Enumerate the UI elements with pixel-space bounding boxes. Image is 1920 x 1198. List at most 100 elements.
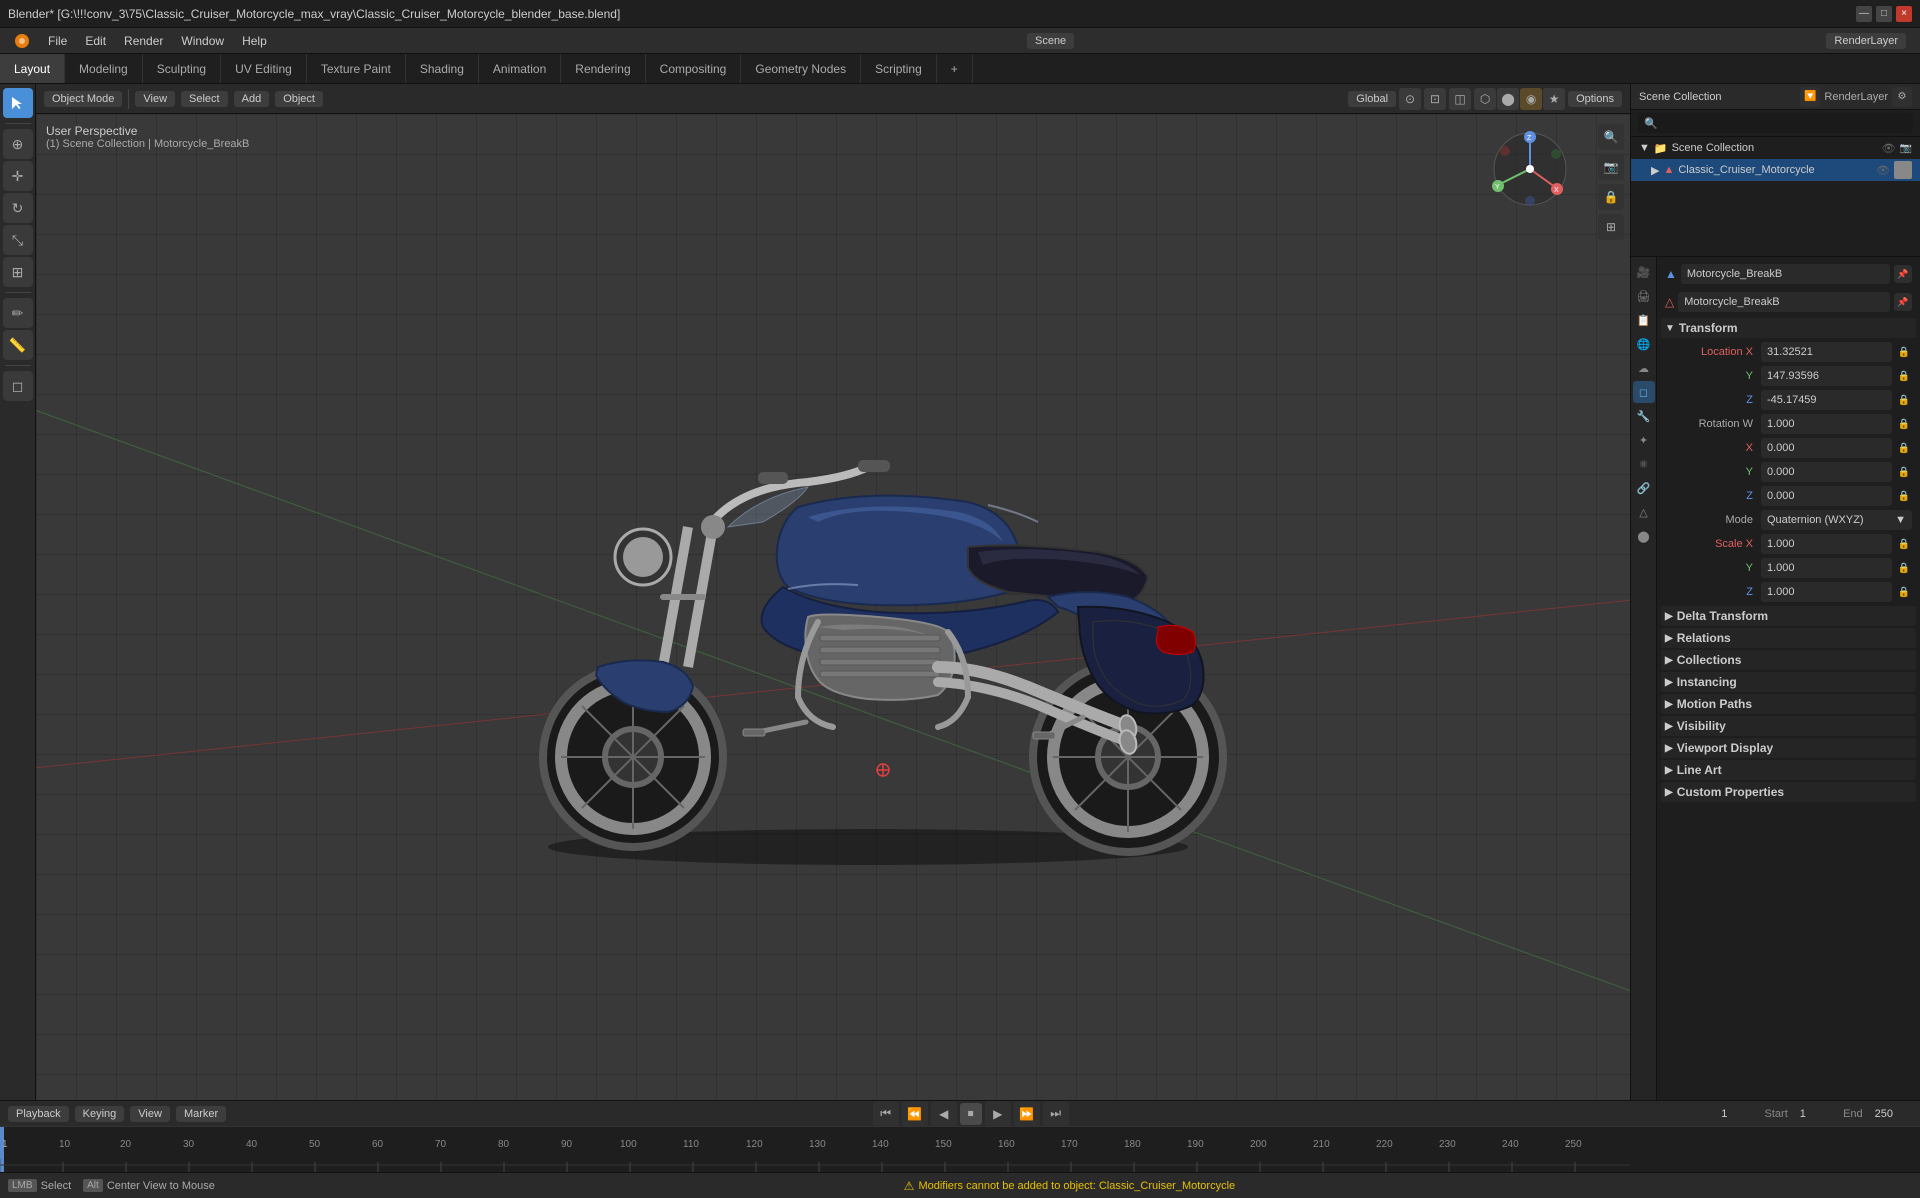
tab-scripting[interactable]: Scripting (861, 54, 937, 83)
rotation-z-field[interactable]: 0.000 (1761, 486, 1892, 506)
location-x-field[interactable]: 31.32521 (1761, 342, 1892, 362)
modifier-properties-icon[interactable]: 🔧 (1633, 405, 1655, 427)
rotation-x-field[interactable]: 0.000 (1761, 438, 1892, 458)
playback-menu[interactable]: Playback (8, 1106, 69, 1122)
visibility-section-header[interactable]: ▶ Visibility (1661, 716, 1916, 736)
view-lock-button[interactable]: 🔒 (1598, 184, 1624, 210)
scale-x-lock[interactable]: 🔒 (1896, 536, 1912, 552)
add-menu[interactable]: Add (234, 91, 270, 107)
line-art-section-header[interactable]: ▶ Line Art (1661, 760, 1916, 780)
zoom-in-button[interactable]: 🔍 (1598, 124, 1624, 150)
select-tool[interactable] (3, 88, 33, 118)
scale-y-field[interactable]: 1.000 (1761, 558, 1892, 578)
viewport-canvas[interactable]: User Perspective (1) Scene Collection | … (36, 114, 1630, 1100)
visibility-icon-2[interactable]: 👁 (1876, 164, 1890, 177)
tab-modeling[interactable]: Modeling (65, 54, 143, 83)
visibility-icon[interactable]: 👁 (1882, 142, 1896, 155)
location-z-lock[interactable]: 🔒 (1896, 392, 1912, 408)
outliner-options[interactable]: ⚙ (1892, 87, 1912, 107)
maximize-button[interactable]: □ (1876, 6, 1892, 22)
xray-toggle[interactable]: ◫ (1449, 88, 1471, 110)
wireframe-mode[interactable]: ⬡ (1474, 88, 1496, 110)
marker-menu[interactable]: Marker (176, 1106, 226, 1122)
outliner-filter[interactable]: 🔽 (1800, 87, 1820, 107)
play-reverse-button[interactable]: ◀ (931, 1101, 957, 1127)
material-mode[interactable]: ◉ (1520, 88, 1542, 110)
rendered-mode[interactable]: ★ (1543, 88, 1565, 110)
particles-properties-icon[interactable]: ✦ (1633, 429, 1655, 451)
transform-section-header[interactable]: ▼ Transform (1661, 318, 1916, 338)
next-keyframe-button[interactable]: ⏩ (1014, 1101, 1040, 1127)
menu-render[interactable]: Render (116, 31, 171, 51)
view-camera-button[interactable]: 📷 (1598, 154, 1624, 180)
menu-window[interactable]: Window (173, 31, 232, 51)
select-menu[interactable]: Select (181, 91, 228, 107)
frame-ruler[interactable]: 1 10 20 30 40 50 60 70 80 90 100 110 120… (0, 1126, 1920, 1172)
rotation-mode-dropdown[interactable]: Quaternion (WXYZ) ▼ (1761, 510, 1912, 530)
tab-geometry-nodes[interactable]: Geometry Nodes (741, 54, 861, 83)
location-y-lock[interactable]: 🔒 (1896, 368, 1912, 384)
view-menu-timeline[interactable]: View (130, 1106, 170, 1122)
tab-animation[interactable]: Animation (479, 54, 561, 83)
rotation-y-field[interactable]: 0.000 (1761, 462, 1892, 482)
cursor-tool[interactable]: ⊕ (3, 129, 33, 159)
transform-tool[interactable]: ⊞ (3, 257, 33, 287)
instancing-section-header[interactable]: ▶ Instancing (1661, 672, 1916, 692)
constraints-properties-icon[interactable]: 🔗 (1633, 477, 1655, 499)
delta-transform-section-header[interactable]: ▶ Delta Transform (1661, 606, 1916, 626)
tab-layout[interactable]: Layout (0, 54, 65, 83)
object-name-field[interactable]: Motorcycle_BreakB (1681, 264, 1890, 284)
scene-properties-icon[interactable]: 🌐 (1633, 333, 1655, 355)
rotation-w-field[interactable]: 1.000 (1761, 414, 1892, 434)
viewport-display-section-header[interactable]: ▶ Viewport Display (1661, 738, 1916, 758)
menu-blender[interactable] (6, 30, 38, 52)
physics-properties-icon[interactable]: ⚛ (1633, 453, 1655, 475)
current-frame-field[interactable]: 1 (1715, 1104, 1758, 1124)
navigation-gizmo[interactable]: Z X Y (1490, 129, 1570, 209)
view-grid-button[interactable]: ⊞ (1598, 214, 1624, 240)
object-menu[interactable]: Object (275, 91, 323, 107)
tab-compositing[interactable]: Compositing (646, 54, 742, 83)
rotation-y-lock[interactable]: 🔒 (1896, 464, 1912, 480)
rotate-tool[interactable]: ↻ (3, 193, 33, 223)
menu-edit[interactable]: Edit (77, 31, 114, 51)
move-tool[interactable]: ✛ (3, 161, 33, 191)
menu-file[interactable]: File (40, 31, 75, 51)
rotation-z-lock[interactable]: 🔒 (1896, 488, 1912, 504)
collections-section-header[interactable]: ▶ Collections (1661, 650, 1916, 670)
tab-uv-editing[interactable]: UV Editing (221, 54, 307, 83)
tab-texture-paint[interactable]: Texture Paint (307, 54, 406, 83)
solid-mode[interactable]: ⬤ (1497, 88, 1519, 110)
world-properties-icon[interactable]: ☁ (1633, 357, 1655, 379)
keying-menu[interactable]: Keying (75, 1106, 125, 1122)
jump-to-start-button[interactable]: ⏮ (873, 1101, 899, 1127)
rotation-w-lock[interactable]: 🔒 (1896, 416, 1912, 432)
end-frame-field[interactable]: 250 (1869, 1104, 1912, 1124)
scale-x-field[interactable]: 1.000 (1761, 534, 1892, 554)
view-layer-properties-icon[interactable]: 📋 (1633, 309, 1655, 331)
scale-y-lock[interactable]: 🔒 (1896, 560, 1912, 576)
motion-paths-section-header[interactable]: ▶ Motion Paths (1661, 694, 1916, 714)
options-button[interactable]: Options (1568, 91, 1622, 107)
tab-rendering[interactable]: Rendering (561, 54, 645, 83)
menu-help[interactable]: Help (234, 31, 275, 51)
render-icon[interactable]: 📷 (1900, 143, 1912, 154)
location-x-lock[interactable]: 🔒 (1896, 344, 1912, 360)
object-data-name-field[interactable]: Motorcycle_BreakB (1678, 292, 1890, 312)
view-menu[interactable]: View (135, 91, 175, 107)
tab-add[interactable]: + (937, 54, 973, 83)
overlays-toggle[interactable]: ⊡ (1424, 88, 1446, 110)
outliner-search-input[interactable]: 🔍 (1638, 113, 1913, 133)
material-properties-icon[interactable]: ⬤ (1633, 525, 1655, 547)
rotation-x-lock[interactable]: 🔒 (1896, 440, 1912, 456)
add-cube-tool[interactable]: ◻ (3, 371, 33, 401)
output-properties-icon[interactable]: 🖨 (1633, 285, 1655, 307)
object-data-properties-icon[interactable]: △ (1633, 501, 1655, 523)
minimize-button[interactable]: — (1856, 6, 1872, 22)
render-properties-icon[interactable]: 🎥 (1633, 261, 1655, 283)
prev-keyframe-button[interactable]: ⏪ (902, 1101, 928, 1127)
outliner-motorcycle-item[interactable]: ▶ ▲ Classic_Cruiser_Motorcycle 👁 (1631, 159, 1920, 181)
measure-tool[interactable]: 📏 (3, 330, 33, 360)
custom-properties-section-header[interactable]: ▶ Custom Properties (1661, 782, 1916, 802)
scene-selector[interactable]: Scene (1027, 33, 1074, 49)
